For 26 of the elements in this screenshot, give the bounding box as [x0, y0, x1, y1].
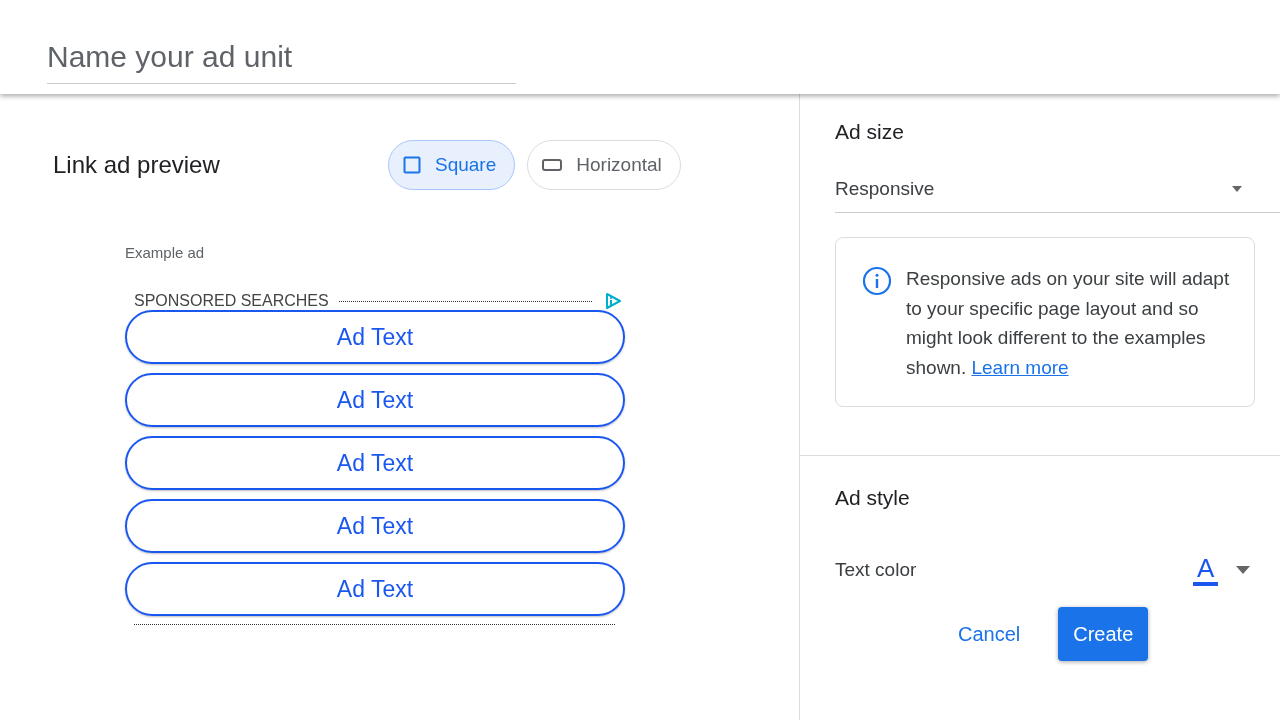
example-label: Example ad	[125, 244, 206, 261]
play-triangle-icon[interactable]	[604, 292, 622, 310]
caret-icon	[1232, 186, 1242, 192]
ad-link[interactable]: Ad Text	[125, 310, 625, 364]
sponsored-label: SPONSORED SEARCHES	[134, 292, 329, 310]
rectangle-icon	[542, 159, 563, 171]
text-color-label: Text color	[835, 559, 918, 581]
ad-unit-name-field[interactable]: Name your ad unit	[47, 30, 516, 84]
ad-link[interactable]: Ad Text	[125, 499, 625, 553]
info-text: Responsive ads on your site will adapt to your specific page layout and so might look different to the examples shown. Learn more	[906, 267, 1231, 380]
ad-style-title: Ad style	[835, 486, 911, 511]
caret-icon[interactable]	[1236, 566, 1251, 574]
learn-more-link[interactable]: Learn more	[971, 356, 1069, 378]
shape-toggle[interactable]: Horizontal	[527, 140, 681, 190]
create-button[interactable]: Create	[1058, 607, 1149, 661]
ad-link[interactable]: Ad Text	[125, 562, 625, 616]
cancel-button[interactable]: Cancel	[950, 607, 1029, 661]
ad-link[interactable]: Ad Text	[125, 436, 625, 490]
ad-link[interactable]: Ad Text	[125, 373, 625, 427]
ad-size-title: Ad size	[835, 120, 905, 145]
preview-title: Link ad preview	[53, 151, 221, 179]
ad-size-dropdown[interactable]: Responsive	[835, 169, 1280, 213]
text-color-picker[interactable]: A	[1193, 554, 1219, 586]
square-icon	[403, 156, 421, 174]
info-icon	[862, 266, 892, 296]
shape-toggle[interactable]: Square	[388, 140, 516, 190]
